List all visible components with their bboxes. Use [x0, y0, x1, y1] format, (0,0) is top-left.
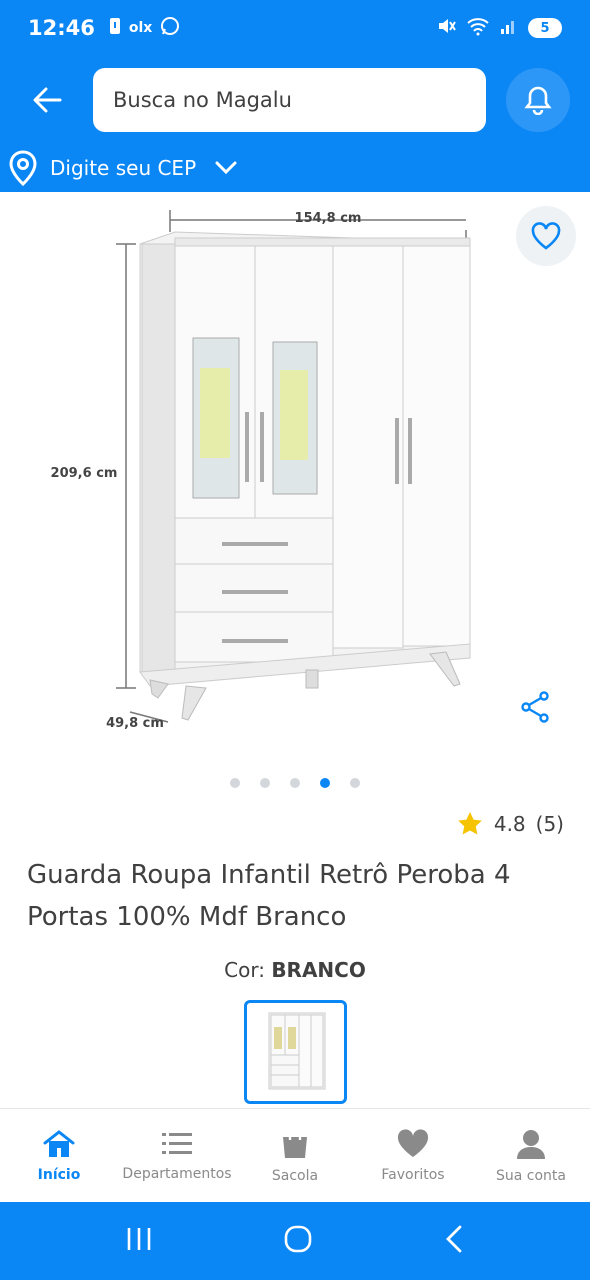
tab-label: Sua conta [496, 1167, 566, 1184]
tab-label: Favoritos [381, 1166, 445, 1183]
wifi-icon [466, 16, 490, 40]
review-count: (5) [535, 812, 564, 836]
tab-departamentos[interactable]: Departamentos [118, 1109, 236, 1202]
height-dimension: 209,6 cm [51, 466, 118, 481]
signal-icon [500, 17, 518, 39]
list-icon [162, 1132, 192, 1154]
width-dimension: 154,8 cm [295, 211, 362, 226]
olx-icon: olx [128, 20, 153, 36]
carousel-dot[interactable] [350, 778, 360, 788]
chevron-left-icon [446, 1225, 462, 1253]
home-icon [43, 1129, 75, 1157]
share-icon [521, 691, 549, 723]
color-swatch-branco[interactable] [244, 1000, 347, 1104]
tab-label: Início [37, 1166, 81, 1183]
heart-icon [397, 1128, 429, 1157]
color-selector-label: Cor: BRANCO [0, 958, 590, 982]
tab-label: Sacola [271, 1167, 319, 1184]
header: Busca no Magalu Digite seu CEP [0, 56, 590, 192]
notification-icon [109, 17, 121, 39]
product-image[interactable]: 154,8 cm 209,6 cm 49,8 cm [0, 192, 590, 762]
bag-icon [283, 1128, 307, 1158]
rating[interactable]: 4.8 (5) [456, 810, 564, 838]
bottom-tab-bar: Início Departamentos Sacola Favoritos Su… [0, 1108, 590, 1202]
location-pin-icon [9, 150, 37, 186]
home-circle-icon [284, 1225, 312, 1253]
carousel-dot[interactable] [230, 778, 240, 788]
cep-label: Digite seu CEP [50, 156, 197, 180]
home-button[interactable] [283, 1224, 313, 1258]
tab-favoritos[interactable]: Favoritos [354, 1109, 472, 1202]
tab-sacola[interactable]: Sacola [236, 1109, 354, 1202]
system-back-button[interactable] [443, 1224, 465, 1258]
carousel-dot[interactable] [260, 778, 270, 788]
search-input[interactable]: Busca no Magalu [93, 68, 486, 132]
color-label: Cor: [224, 958, 265, 982]
battery-icon: 5 [528, 18, 562, 38]
favorite-button[interactable] [516, 206, 576, 266]
mute-icon [436, 16, 456, 40]
search-placeholder: Busca no Magalu [113, 88, 292, 112]
carousel-dot[interactable] [290, 778, 300, 788]
clock: 12:46 [28, 16, 95, 40]
notifications-button[interactable] [506, 68, 570, 132]
bell-icon [524, 86, 552, 115]
rating-value: 4.8 [493, 812, 526, 836]
tab-label: Departamentos [122, 1165, 232, 1182]
heart-outline-icon [531, 222, 561, 250]
swatch-thumbnail [268, 1012, 325, 1090]
depth-dimension: 49,8 cm [106, 716, 164, 731]
arrow-left-icon [33, 87, 62, 113]
share-button[interactable] [514, 686, 556, 728]
carousel-indicator [0, 778, 590, 788]
recent-apps-button[interactable] [125, 1226, 153, 1256]
color-value: BRANCO [271, 958, 366, 982]
whatsapp-icon [160, 16, 180, 40]
product-title: Guarda Roupa Infantil Retrô Peroba 4 Por… [27, 860, 511, 932]
star-icon [458, 812, 482, 835]
status-bar: 12:46 olx 5 [0, 0, 590, 56]
back-button[interactable] [24, 82, 70, 118]
tab-inicio[interactable]: Início [0, 1109, 118, 1202]
carousel-dot-active[interactable] [320, 778, 330, 788]
system-nav-bar [0, 1202, 590, 1280]
cep-selector[interactable]: Digite seu CEP [8, 150, 238, 186]
tab-sua-conta[interactable]: Sua conta [472, 1109, 590, 1202]
recents-icon [127, 1228, 151, 1250]
user-icon [517, 1129, 545, 1159]
chevron-down-icon [215, 161, 237, 175]
